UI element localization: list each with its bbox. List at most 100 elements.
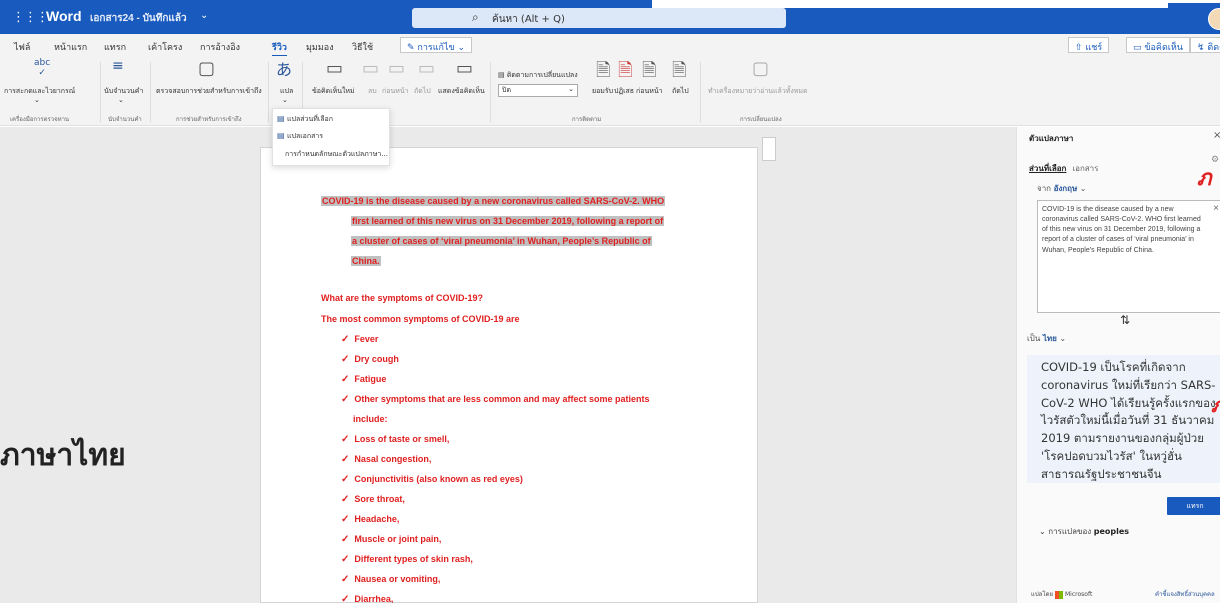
list-item-text: Sore throat,	[354, 494, 405, 504]
tab-file[interactable]: ไฟล์	[14, 40, 30, 54]
translate-menu: ▤ แปลส่วนที่เลือก ▤ แปลเอกสาร การกำหนดลักษ…	[272, 108, 390, 166]
tracking-label: ติดตาม	[1207, 43, 1220, 53]
list-item-text: Conjunctivitis (also known as red eyes)	[354, 474, 523, 484]
divider	[490, 62, 491, 122]
list-item-text: Different types of skin rash,	[354, 554, 473, 564]
accept-button[interactable]: ยอมรับ	[592, 86, 613, 97]
group-label-proofing: เครื่องมือการตรวจทาน	[10, 116, 70, 123]
avatar[interactable]	[1208, 8, 1220, 30]
checkmark-icon: ✓	[341, 514, 350, 525]
search-box[interactable]: ⌕ ค้นหา (Alt + Q)	[412, 8, 786, 28]
source-text-box[interactable]: COVID-19 is the disease caused by a new …	[1037, 200, 1220, 313]
paragraph-line: a cluster of cases of ‘viral pneumonia’ …	[351, 236, 652, 246]
track-changes-select[interactable]: ปิด ⌄	[498, 84, 578, 97]
tab-help[interactable]: วิธีใช้	[352, 40, 373, 54]
tab-review[interactable]: รีวิว	[272, 40, 287, 57]
chevron-down-icon: ⌄	[568, 85, 574, 93]
show-comments-button[interactable]: แสดงข้อคิดเห็น	[438, 86, 485, 97]
comment-icon: ▭	[1133, 43, 1145, 53]
tab-insert[interactable]: แทรก	[104, 40, 126, 54]
list-item-text: Other symptoms that are less common and …	[354, 394, 650, 404]
ribbon-review: abc ✓ การสะกดและไวยากรณ์ ⌄ ≡ นับจำนวนคำ ⌄…	[0, 56, 1220, 126]
checkmark-icon: ✓	[341, 374, 350, 385]
clear-icon[interactable]: ×	[1213, 202, 1219, 217]
insert-button[interactable]: แทรก	[1167, 497, 1220, 515]
divider	[268, 62, 269, 122]
group-label-tracking: การติดตาม	[572, 116, 602, 123]
swap-languages-icon[interactable]: ⇅	[1120, 313, 1130, 327]
chevron-down-icon: ⌄	[1059, 334, 1067, 343]
footer-ms: Microsoft	[1065, 591, 1093, 598]
reject-button[interactable]: ปฏิเสธ	[614, 86, 634, 97]
tab-references[interactable]: การอ้างอิง	[200, 40, 240, 54]
list-item-text: Dry cough	[354, 354, 399, 364]
document-name[interactable]: เอกสาร24 - บันทึกแล้ว	[90, 11, 187, 26]
spelling-icon: abc ✓	[34, 58, 51, 78]
chevron-down-icon: ⌄	[34, 96, 40, 104]
reject-icon: 🗎	[618, 60, 633, 81]
list-item-text: Fatigue	[354, 374, 387, 384]
document-page[interactable]: COVID-19 is the disease caused by a new …	[260, 147, 758, 603]
tab-view[interactable]: มุมมอง	[306, 40, 334, 54]
search-icon: ⌕	[472, 10, 479, 24]
tab-selection[interactable]: ส่วนที่เลือก	[1029, 164, 1066, 173]
list-item: ✓ Conjunctivitis (also known as red eyes)	[341, 474, 523, 485]
gear-icon[interactable]: ⚙	[1211, 155, 1219, 165]
close-icon[interactable]: ×	[1213, 130, 1220, 141]
previous-comment-button[interactable]: ก่อนหน้า	[382, 86, 409, 97]
tab-layout[interactable]: เค้าโครง	[148, 40, 182, 54]
track-changes-text: ติดตามการเปลี่ยนแปลง	[506, 71, 578, 79]
tab-document[interactable]: เอกสาร	[1072, 164, 1098, 173]
checkmark-icon: ✓	[341, 574, 350, 585]
translator-settings-item[interactable]: การกำหนดลักษณะตัวแปลภาษา...	[285, 149, 388, 160]
translate-document-item[interactable]: ▤ แปลเอกสาร	[277, 131, 323, 142]
checkmark-icon: ✓	[341, 334, 350, 345]
previous-change-button[interactable]: ก่อนหน้า	[636, 86, 663, 97]
track-changes-value: ปิด	[502, 86, 511, 94]
group-label-accessibility: การช่วยสำหรับการเข้าถึง	[176, 116, 242, 123]
new-comment-icon: ▭	[326, 58, 344, 79]
title-bar-overlay-strip-right	[1168, 0, 1220, 3]
chevron-down-icon: ⌄	[118, 96, 124, 104]
next-comment-button[interactable]: ถัดไป	[414, 86, 431, 97]
alternative-translations[interactable]: ⌄ การแปลของ peoples	[1039, 525, 1129, 538]
chevron-down-icon: ⌄	[282, 96, 288, 104]
checkmark-icon: ✓	[341, 494, 350, 505]
chevron-down-icon[interactable]: ⌄	[200, 10, 208, 21]
privacy-link[interactable]: คำชี้แจงสิทธิ์ส่วนบุคคล	[1155, 589, 1215, 599]
track-changes-icon: ▤	[498, 71, 507, 79]
tab-home[interactable]: หน้าแรก	[54, 40, 87, 54]
search-placeholder: ค้นหา (Alt + Q)	[492, 14, 565, 25]
chevron-down-icon: ⌄	[1039, 527, 1049, 536]
list-item: ✓ Diarrhea,	[341, 594, 393, 603]
app-name[interactable]: Word	[46, 8, 82, 24]
from-label: จาก	[1037, 184, 1052, 193]
comment-margin-box[interactable]	[762, 137, 776, 161]
list-item-text: Headache,	[354, 514, 400, 524]
translate-selection-item[interactable]: ▤ แปลส่วนที่เลือก	[277, 114, 333, 125]
editing-mode-button[interactable]: ✎ การแก้ไข ⌄	[400, 37, 473, 53]
group-label-changes: การเปลี่ยนแปลง	[740, 116, 782, 123]
mark-all-read-icon: ▢	[752, 58, 770, 79]
list-item: ✓ Other symptoms that are less common and…	[341, 394, 649, 405]
accessibility-button[interactable]: ตรวจสอบการช่วยสำหรับการเข้าถึง	[156, 86, 262, 97]
delete-comment-button[interactable]: ลบ	[368, 86, 377, 97]
overlay-glyph: ภ	[1211, 389, 1220, 421]
tracking-button[interactable]: ↯ ติดตาม	[1190, 37, 1220, 53]
new-comment-button[interactable]: ข้อคิดเห็นใหม่	[312, 86, 355, 97]
next-change-button[interactable]: ถัดไป	[672, 86, 689, 97]
next-change-icon: 🗎	[672, 60, 687, 81]
paragraph-line: first learned of this new virus on 31 De…	[351, 216, 665, 226]
checkmark-icon: ✓	[341, 434, 350, 445]
mark-all-read-button[interactable]: ทำเครื่องหมายว่าอ่านแล้วทั้งหมด	[708, 86, 808, 97]
comments-button[interactable]: ▭ ข้อคิดเห็น	[1126, 37, 1190, 53]
highlighted-text: first learned of this new virus on 31 De…	[351, 216, 665, 226]
target-language[interactable]: เป็น ไทย ⌄	[1027, 332, 1066, 345]
target-language-value: ไทย	[1042, 334, 1057, 343]
source-language[interactable]: จาก อังกฤษ ⌄	[1037, 182, 1087, 195]
share-button[interactable]: ⇧ แชร์	[1068, 37, 1110, 53]
app-launcher-icon[interactable]: ⋮⋮⋮	[12, 10, 49, 25]
section-subheading: The most common symptoms of COVID-19 are	[321, 314, 520, 324]
delete-comment-icon: ▭	[362, 58, 380, 79]
pencil-icon: ✎	[407, 43, 418, 53]
